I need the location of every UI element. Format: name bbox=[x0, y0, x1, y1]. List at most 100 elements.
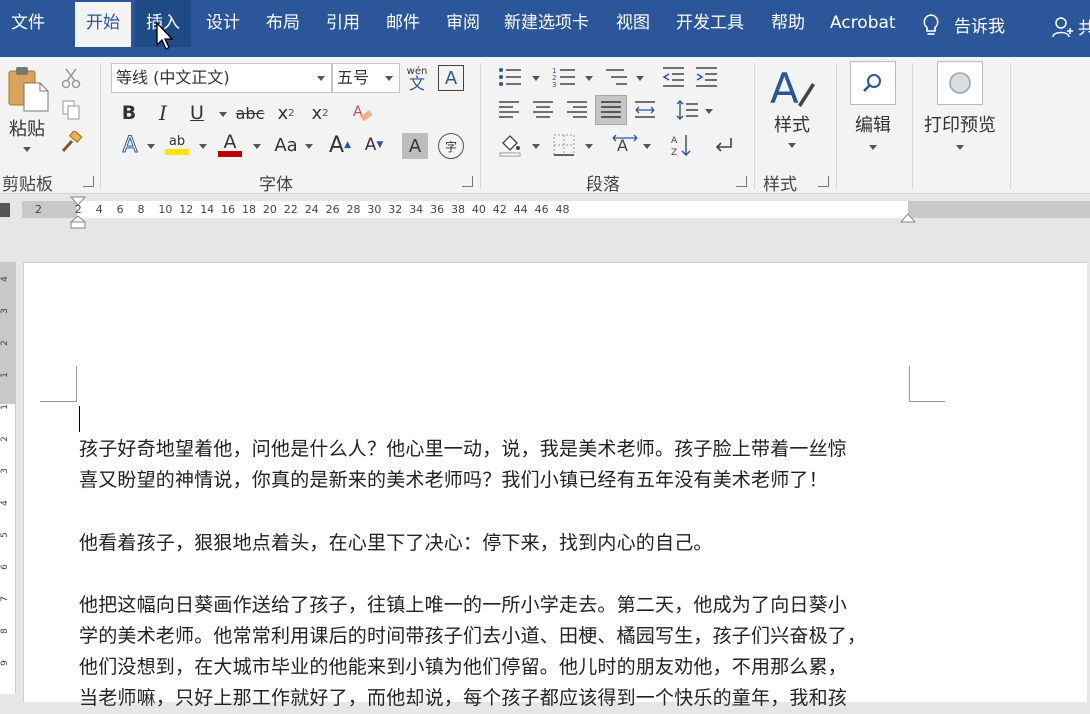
numbering-dropdown[interactable] bbox=[585, 76, 593, 81]
strikethrough-button[interactable]: abc bbox=[234, 99, 266, 127]
multilevel-list-button[interactable] bbox=[602, 65, 630, 89]
ruler-number: 28 bbox=[346, 203, 361, 216]
bullets-button[interactable] bbox=[496, 65, 524, 89]
bold-button[interactable]: B bbox=[116, 99, 142, 127]
tell-me-search[interactable]: 告诉我 bbox=[922, 12, 1005, 37]
tab-review[interactable]: 审阅 bbox=[435, 0, 491, 47]
scissors-icon bbox=[61, 68, 81, 89]
text-effects-dropdown[interactable] bbox=[147, 144, 155, 149]
share-button[interactable]: 共 bbox=[1052, 14, 1090, 39]
italic-button[interactable]: I bbox=[150, 99, 176, 127]
change-case-button[interactable]: Aa bbox=[268, 131, 304, 159]
format-painter-button[interactable] bbox=[58, 130, 84, 156]
subscript-button[interactable]: x2 bbox=[272, 99, 300, 127]
tab-layout[interactable]: 布局 bbox=[255, 0, 311, 47]
underline-dropdown[interactable] bbox=[219, 112, 227, 117]
highlight-dropdown[interactable] bbox=[199, 144, 207, 149]
grow-font-label: A bbox=[329, 132, 345, 158]
tab-references[interactable]: 引用 bbox=[315, 0, 371, 47]
increase-indent-button[interactable] bbox=[693, 65, 719, 89]
character-border-button[interactable]: A bbox=[438, 65, 464, 91]
document-paragraph[interactable]: 他把这幅向日葵画作送给了孩子，往镇上唯一的一所小学走去。第二天，他成为了向日葵小… bbox=[79, 590, 919, 714]
shading-dropdown[interactable] bbox=[532, 144, 540, 149]
font-color-button[interactable]: A bbox=[216, 131, 244, 159]
tab-design[interactable]: 设计 bbox=[195, 0, 251, 47]
horizontal-ruler[interactable]: 2 2 4 6 8 10 12 14 16 18 20 22 24 26 28 30 32 34 36 38 40 42 4… bbox=[0, 194, 1090, 229]
change-case-dropdown[interactable] bbox=[305, 144, 313, 149]
paste-button[interactable]: 粘贴 bbox=[4, 65, 50, 152]
paste-label: 粘贴 bbox=[9, 119, 45, 140]
paragraph-dialog-launcher[interactable] bbox=[736, 176, 747, 187]
text-effects-button[interactable]: A bbox=[116, 131, 144, 159]
underline-button[interactable]: U bbox=[184, 99, 210, 127]
phonetic-guide-button[interactable]: wén 文 bbox=[404, 63, 430, 93]
document-paragraph[interactable]: 他看着孩子，狠狠地点着头，在心里下了决心：停下来，找到内心的自己。 bbox=[79, 528, 919, 559]
ruler-number: 32 bbox=[388, 203, 403, 216]
tab-acrobat[interactable]: Acrobat bbox=[819, 0, 907, 47]
tab-view[interactable]: 视图 bbox=[605, 0, 661, 47]
align-right-button[interactable] bbox=[564, 97, 590, 123]
paragraph-line: 学的美术老师。他常常利用课后的时间带孩子们去小道、田梗、橘园写生，孩子们兴奋极了… bbox=[79, 625, 867, 647]
highlight-color-bar bbox=[165, 149, 189, 155]
font-dialog-launcher[interactable] bbox=[462, 176, 473, 187]
tab-mailings[interactable]: 邮件 bbox=[375, 0, 431, 47]
tab-home[interactable]: 开始 bbox=[75, 2, 131, 47]
align-left-button[interactable] bbox=[496, 97, 522, 123]
clipboard-dialog-launcher[interactable] bbox=[83, 176, 94, 187]
paragraph-line: 孩子好奇地望着他，问他是什么人？他心里一动，说，我是美术老师。孩子脸上带着一丝惊 bbox=[79, 438, 848, 460]
subscript-label: x bbox=[277, 102, 289, 124]
line-spacing-button[interactable] bbox=[674, 97, 700, 123]
show-formatting-marks-button[interactable] bbox=[710, 131, 738, 159]
print-preview-button[interactable]: 打印预览 bbox=[924, 61, 996, 150]
highlight-label: ab bbox=[168, 134, 186, 149]
distributed-button[interactable] bbox=[632, 97, 658, 123]
ruler-number: 24 bbox=[304, 203, 319, 216]
tab-new-tab[interactable]: 新建选项卡 bbox=[493, 0, 600, 47]
chinese-layout-dropdown[interactable] bbox=[643, 144, 651, 149]
document-paragraph[interactable]: 孩子好奇地望着他，问他是什么人？他心里一动，说，我是美术老师。孩子脸上带着一丝惊… bbox=[79, 434, 919, 496]
clear-formatting-button[interactable]: A bbox=[348, 99, 376, 127]
editing-button[interactable]: 编辑 bbox=[850, 61, 896, 150]
right-indent-marker-icon[interactable] bbox=[900, 212, 916, 226]
ruler-number: 42 bbox=[492, 203, 507, 216]
numbered-list-icon: 123 bbox=[552, 67, 575, 88]
highlight-button[interactable]: ab bbox=[162, 131, 192, 159]
align-left-icon bbox=[499, 101, 519, 118]
superscript-button[interactable]: x2 bbox=[306, 99, 334, 127]
cut-button[interactable] bbox=[60, 66, 82, 90]
align-center-button[interactable] bbox=[530, 97, 556, 123]
font-size-select[interactable]: 五号 bbox=[332, 63, 400, 93]
styles-label: 样式 bbox=[774, 115, 810, 136]
styles-dialog-launcher[interactable] bbox=[818, 176, 829, 187]
decrease-indent-button[interactable] bbox=[660, 65, 686, 89]
sort-button[interactable]: AZ bbox=[668, 131, 696, 159]
paste-icon bbox=[8, 67, 49, 112]
indent-marker-icon[interactable] bbox=[70, 196, 86, 230]
borders-dropdown[interactable] bbox=[585, 144, 593, 149]
underline-label: U bbox=[190, 102, 204, 124]
justify-button[interactable] bbox=[595, 95, 627, 125]
font-color-dropdown[interactable] bbox=[253, 144, 261, 149]
justify-icon bbox=[601, 101, 621, 118]
shading-button[interactable] bbox=[496, 131, 524, 159]
copy-button[interactable] bbox=[60, 98, 82, 122]
format-painter-icon bbox=[61, 131, 83, 153]
line-spacing-dropdown[interactable] bbox=[705, 109, 713, 114]
grow-font-button[interactable]: A ▲ bbox=[326, 131, 354, 159]
styles-button[interactable]: A 样式 bbox=[768, 65, 816, 148]
tab-developer[interactable]: 开发工具 bbox=[665, 0, 755, 47]
numbering-button[interactable]: 123 bbox=[550, 65, 578, 89]
tab-file[interactable]: 文件 bbox=[0, 0, 56, 47]
character-shading-button[interactable]: A bbox=[402, 133, 428, 159]
font-family-select[interactable]: 等线 (中文正文) bbox=[111, 63, 332, 93]
chinese-layout-button[interactable]: A bbox=[610, 131, 640, 159]
enclose-characters-button[interactable]: 字 bbox=[438, 133, 464, 159]
multilevel-list-dropdown[interactable] bbox=[636, 76, 644, 81]
shrink-font-button[interactable]: A ▼ bbox=[360, 131, 388, 159]
tab-help[interactable]: 帮助 bbox=[760, 0, 816, 47]
vertical-ruler-number: 3 bbox=[0, 468, 10, 474]
bullets-dropdown[interactable] bbox=[532, 76, 540, 81]
vertical-ruler[interactable]: 4 3 2 1 1 2 3 4 5 6 7 8 9 bbox=[0, 262, 16, 694]
clipboard-group-label: 剪贴板 bbox=[2, 175, 53, 195]
borders-button[interactable] bbox=[550, 131, 578, 159]
